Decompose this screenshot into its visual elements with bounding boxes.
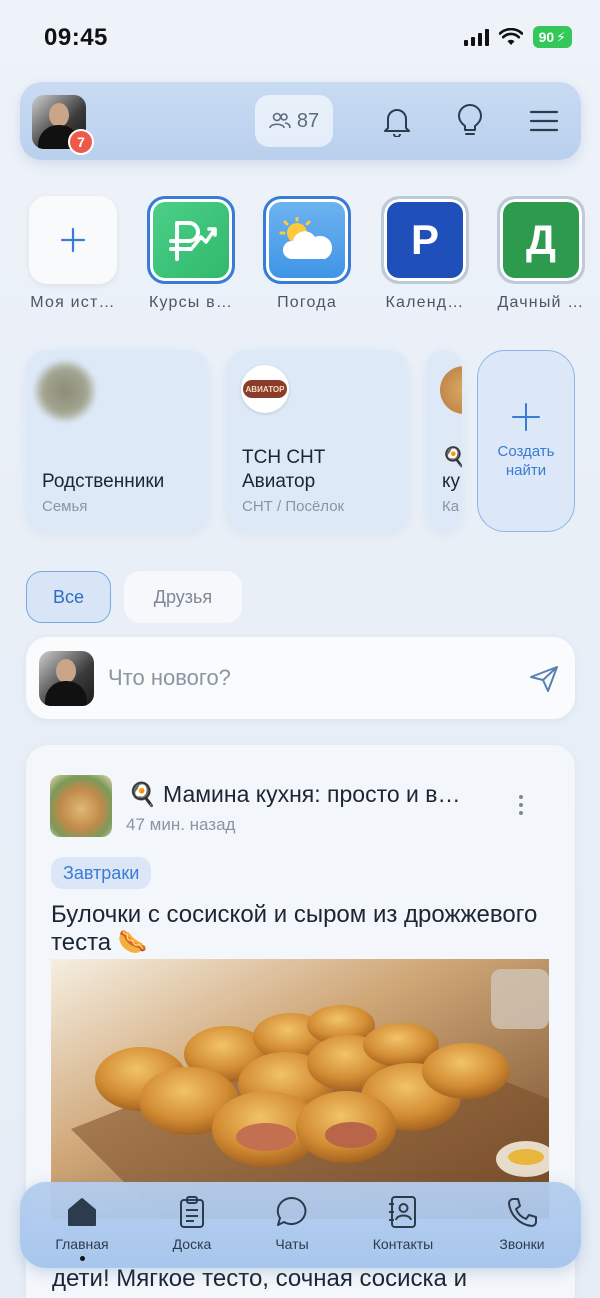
people-icon [269, 112, 291, 129]
story-label: Курсы в… [148, 294, 234, 311]
community-logo: АВИАТОР [241, 365, 289, 413]
create-label-1: Создать [497, 443, 555, 460]
bottom-nav: Главная Доска Чаты Контакты Звонки [20, 1182, 581, 1268]
story-label: Моя ист… [30, 294, 116, 311]
chat-icon [276, 1196, 307, 1226]
hamburger-icon [529, 110, 559, 132]
story-label: Дачный … [497, 294, 585, 311]
status-time: 09:45 [44, 24, 108, 51]
community-subtitle: Семья [42, 498, 88, 515]
phone-icon [508, 1198, 537, 1227]
tab-all[interactable]: Все [26, 571, 111, 623]
community-subtitle: СНТ / Посёлок [242, 498, 345, 515]
lightbulb-icon [458, 104, 482, 135]
community-title: Родственники [42, 471, 165, 492]
post-text: дети! Мягкое тесто, сочная сосиска и [52, 1265, 467, 1292]
post-title: Булочки с сосиской и сыром из дрожжевого… [51, 901, 538, 956]
home-icon [68, 1198, 96, 1226]
plus-icon [512, 403, 540, 431]
dacha-letter: Д [526, 216, 556, 263]
active-indicator [79, 1256, 85, 1261]
community-card-aviator[interactable]: АВИАТОР ТСН СНТ Авиатор СНТ / Посёлок [226, 350, 409, 532]
send-icon[interactable] [529, 665, 559, 693]
battery-indicator: 90 ⚡ [532, 26, 572, 48]
status-icons: 90 ⚡ [463, 26, 572, 48]
community-subtitle: Ка [442, 498, 460, 515]
composer-placeholder: Что нового? [108, 665, 231, 690]
friends-button[interactable]: 87 [255, 95, 333, 147]
nav-label: Доска [172, 1236, 212, 1252]
composer-avatar [39, 651, 94, 706]
top-bar: 7 87 [20, 82, 581, 160]
story-label: Погода [277, 294, 337, 311]
post-image[interactable] [51, 959, 549, 1219]
community-title: ТСН СНТ [242, 447, 326, 468]
weather-icon [279, 217, 333, 259]
add-story-tile [29, 196, 117, 284]
wifi-icon [498, 28, 523, 45]
create-community-button[interactable]: Создать найти [477, 350, 575, 532]
nav-home[interactable]: Главная [37, 1194, 127, 1261]
create-label-2: найти [505, 462, 547, 479]
nav-label: Звонки [499, 1236, 545, 1252]
menu-button[interactable] [525, 102, 563, 140]
contacts-icon [389, 1196, 416, 1228]
notifications-button[interactable] [378, 102, 416, 140]
post-tag[interactable]: Завтраки [51, 857, 152, 889]
post-composer[interactable]: Что нового? [26, 637, 575, 719]
nav-contacts[interactable]: Контакты [358, 1194, 448, 1252]
calendar-tile: Р [381, 196, 469, 284]
story-calendar[interactable]: Р Календ… [379, 196, 471, 312]
status-bar: 09:45 90 ⚡ [0, 0, 600, 72]
story-dacha[interactable]: Д Дачный … [495, 196, 587, 312]
post-time: 47 мин. назад [126, 815, 236, 834]
community-title-line2: ку [442, 471, 461, 492]
story-weather[interactable]: Погода [261, 196, 353, 312]
nav-calls[interactable]: Звонки [477, 1194, 567, 1252]
ideas-button[interactable] [451, 102, 489, 140]
calendar-letter: Р [410, 216, 439, 263]
currency-tile [147, 196, 235, 284]
bell-icon [384, 109, 410, 137]
post-author[interactable]: 🍳 Мамина кухня: просто и в… [128, 781, 461, 808]
signal-icon [463, 28, 489, 46]
community-title-line2: Авиатор [242, 471, 316, 492]
weather-tile [263, 196, 351, 284]
stories-row: Моя ист… Курсы в… Погода Р Календ… Д Дач… [0, 196, 600, 326]
profile-avatar-button[interactable]: 7 [32, 95, 94, 155]
ruble-chart-icon [169, 221, 217, 261]
battery-level: 90 [538, 29, 555, 45]
aviator-logo-text: АВИАТОР [243, 380, 287, 398]
story-currency[interactable]: Курсы в… [145, 196, 237, 312]
post-author-avatar[interactable] [50, 775, 112, 837]
nav-label: Главная [55, 1236, 109, 1252]
charging-icon: ⚡ [556, 28, 566, 45]
nav-label: Чаты [275, 1236, 309, 1252]
tab-friends[interactable]: Друзья [124, 571, 242, 623]
nav-board[interactable]: Доска [147, 1194, 237, 1252]
notification-badge: 7 [68, 129, 94, 155]
food-photo-illustration [51, 959, 549, 1219]
community-title: 🍳 [442, 447, 462, 468]
community-logo [440, 366, 462, 414]
more-options-icon[interactable] [519, 795, 523, 815]
friends-count: 87 [296, 109, 320, 132]
community-card-kitchen[interactable]: 🍳 ку Ка [426, 350, 462, 532]
community-avatar [34, 360, 96, 422]
nav-label: Контакты [372, 1236, 434, 1252]
clipboard-icon [180, 1196, 204, 1228]
plus-icon [60, 227, 86, 253]
story-label: Календ… [385, 294, 465, 311]
dacha-tile: Д [497, 196, 585, 284]
community-card-relatives[interactable]: Родственники Семья [26, 350, 209, 532]
nav-chats[interactable]: Чаты [247, 1194, 337, 1252]
story-my[interactable]: Моя ист… [27, 196, 119, 312]
